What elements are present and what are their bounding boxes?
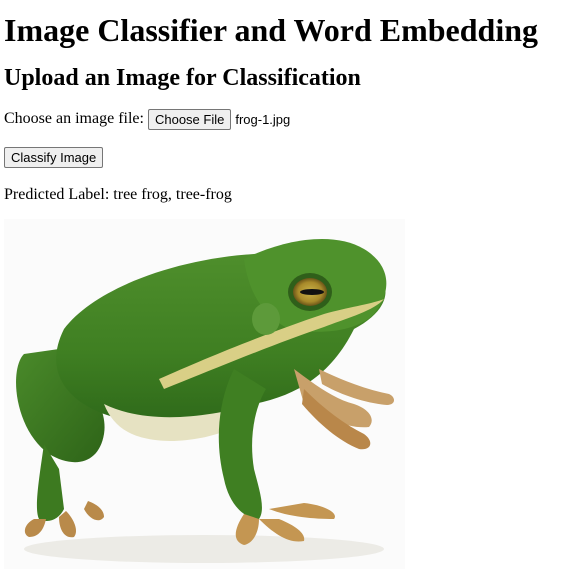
page-title: Image Classifier and Word Embedding [4, 12, 539, 48]
classify-image-button[interactable]: Classify Image [4, 147, 104, 168]
uploaded-image [4, 219, 405, 569]
file-upload-row: Choose an image file: Choose File frog-1… [4, 108, 581, 130]
classify-row: Classify Image [4, 147, 581, 169]
section-heading: Upload an Image for Classification [4, 65, 361, 91]
frog-image [16, 238, 395, 563]
selected-file-name: frog-1.jpg [235, 111, 291, 127]
predicted-label: Predicted Label: tree frog, tree-frog [4, 186, 232, 203]
file-input-label: Choose an image file: [4, 110, 144, 127]
page-container: Image Classifier and Word Embedding Uplo… [0, 0, 585, 569]
choose-file-button[interactable]: Choose File [147, 108, 232, 130]
